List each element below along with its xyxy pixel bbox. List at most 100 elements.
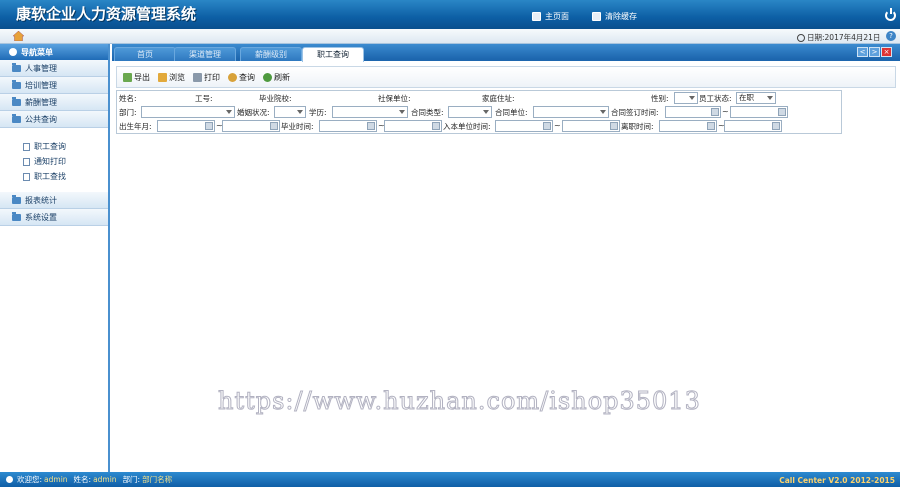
subitem-notice-print[interactable]: 通知打印 <box>0 154 108 169</box>
document-icon <box>23 142 30 151</box>
address-label: 家庭住址: <box>482 94 515 103</box>
sidebar-item-training[interactable]: 培训管理 <box>0 77 108 94</box>
date-text: 日期:2017年4月21日 <box>807 33 881 42</box>
tab-employee-query[interactable]: 职工查询 <box>302 47 364 62</box>
dept-select[interactable] <box>141 106 235 118</box>
dept-label: 部门: <box>119 108 137 117</box>
preview-label: 浏览 <box>169 72 185 82</box>
tab-bar: 首页 渠道管理 薪酬级别 职工查询 < > × <box>112 44 900 62</box>
calendar-icon[interactable] <box>610 122 618 130</box>
clear-cache-icon <box>592 11 601 21</box>
gender-select[interactable] <box>674 92 698 104</box>
clear-cache-label: 清除缓存 <box>605 11 637 21</box>
contract-date-to[interactable] <box>730 106 788 118</box>
status-select[interactable]: 在职 <box>736 92 776 104</box>
contract-unit-select[interactable] <box>533 106 609 118</box>
contract-unit-label: 合同单位: <box>495 108 528 117</box>
calendar-icon[interactable] <box>772 122 780 130</box>
tab-controls: < > × <box>857 47 892 57</box>
copyright: Call Center V2.0 2012-2015 <box>779 476 895 485</box>
current-date: 日期:2017年4月21日 <box>797 32 880 43</box>
grad-time-to[interactable] <box>384 120 442 132</box>
calendar-icon[interactable] <box>711 108 719 116</box>
app-title: 康软企业人力资源管理系统 <box>16 5 197 23</box>
clear-cache-button[interactable]: 清除缓存 <box>592 9 637 23</box>
home-button[interactable]: 主页面 <box>532 9 569 23</box>
leave-time-label: 离职时间: <box>621 122 654 131</box>
toolbar: 导出 浏览 打印 查询 刷新 <box>116 66 896 88</box>
tab-channel[interactable]: 渠道管理 <box>174 47 236 61</box>
calendar-icon[interactable] <box>543 122 551 130</box>
calendar-icon[interactable] <box>778 108 786 116</box>
sidebar-item-personnel[interactable]: 人事管理 <box>0 60 108 77</box>
sidebar-item-label: 报表统计 <box>25 195 57 205</box>
home-icon[interactable] <box>13 31 24 41</box>
grad-time-from[interactable] <box>319 120 377 132</box>
tab-home[interactable]: 首页 <box>114 47 176 61</box>
contract-date-from[interactable] <box>665 106 721 118</box>
grad-time-label: 毕业时间: <box>281 122 314 131</box>
sidebar-item-public-query[interactable]: 公共查询 <box>0 111 108 128</box>
tab-next-icon[interactable]: > <box>869 47 880 57</box>
sidebar: 导航菜单 人事管理 培训管理 薪酬管理 公共查询 职工查询 通知打印 职工查找 … <box>0 44 110 472</box>
contract-type-select[interactable] <box>448 106 492 118</box>
filter-row-2: 部门: 婚姻状况: 学历: 合同类型: 合同单位: 合同签订时间: ~ <box>117 105 841 119</box>
nav-title: 导航菜单 <box>0 44 108 60</box>
subitem-label: 通知打印 <box>34 157 66 166</box>
name-label: 姓名: <box>73 475 92 484</box>
gender-label: 性别: <box>651 94 669 103</box>
export-button[interactable]: 导出 <box>123 72 150 83</box>
sidebar-item-reports[interactable]: 报表统计 <box>0 192 108 209</box>
tab-close-icon[interactable]: × <box>881 47 892 57</box>
join-time-from[interactable] <box>495 120 553 132</box>
nav-title-text: 导航菜单 <box>21 47 53 57</box>
query-label: 查询 <box>239 72 255 82</box>
sidebar-item-label: 培训管理 <box>25 80 57 90</box>
name-label: 姓名: <box>119 94 137 103</box>
refresh-label: 刷新 <box>274 72 290 82</box>
power-icon[interactable] <box>885 8 896 21</box>
insurance-label: 社保单位: <box>378 94 411 103</box>
query-button[interactable]: 查询 <box>228 72 255 83</box>
preview-button[interactable]: 浏览 <box>158 72 185 83</box>
status-label: 员工状态: <box>699 94 732 103</box>
calendar-icon[interactable] <box>707 122 715 130</box>
sidebar-item-label: 公共查询 <box>25 114 57 124</box>
folder-icon <box>12 79 21 89</box>
dept-value: 部门名称 <box>142 475 173 484</box>
birth-label: 出生年月: <box>119 122 152 131</box>
watermark: https://www.huzhan.com/ishop35013 <box>218 387 701 416</box>
calendar-icon[interactable] <box>205 122 213 130</box>
marital-select[interactable] <box>274 106 306 118</box>
sidebar-item-settings[interactable]: 系统设置 <box>0 209 108 226</box>
help-icon[interactable]: ? <box>886 31 896 41</box>
tab-prev-icon[interactable]: < <box>857 47 868 57</box>
education-select[interactable] <box>332 106 408 118</box>
calendar-icon[interactable] <box>367 122 375 130</box>
leave-time-to[interactable] <box>724 120 782 132</box>
subitem-employee-find[interactable]: 职工查找 <box>0 169 108 184</box>
folder-icon <box>12 194 21 204</box>
calendar-icon[interactable] <box>432 122 440 130</box>
folder-icon <box>12 113 21 123</box>
sidebar-item-salary[interactable]: 薪酬管理 <box>0 94 108 111</box>
join-time-to[interactable] <box>562 120 620 132</box>
tab-salary-level[interactable]: 薪酬级别 <box>240 47 302 61</box>
emp-no-label: 工号: <box>195 94 213 103</box>
birth-to[interactable] <box>222 120 280 132</box>
printer-icon <box>193 72 202 82</box>
search-icon <box>228 72 237 82</box>
leave-time-from[interactable] <box>659 120 717 132</box>
calendar-icon[interactable] <box>270 122 278 130</box>
subitem-employee-query[interactable]: 职工查询 <box>0 139 108 154</box>
name-value: admin <box>93 475 117 484</box>
subitem-label: 职工查询 <box>34 142 66 151</box>
print-button[interactable]: 打印 <box>193 72 220 83</box>
folder-open-icon <box>158 72 167 82</box>
refresh-button[interactable]: 刷新 <box>263 72 290 83</box>
marital-label: 婚姻状况: <box>237 108 270 117</box>
birth-from[interactable] <box>157 120 215 132</box>
user-icon <box>6 476 13 483</box>
join-time-label: 入本单位时间: <box>443 122 491 131</box>
home-page-icon <box>532 11 541 21</box>
